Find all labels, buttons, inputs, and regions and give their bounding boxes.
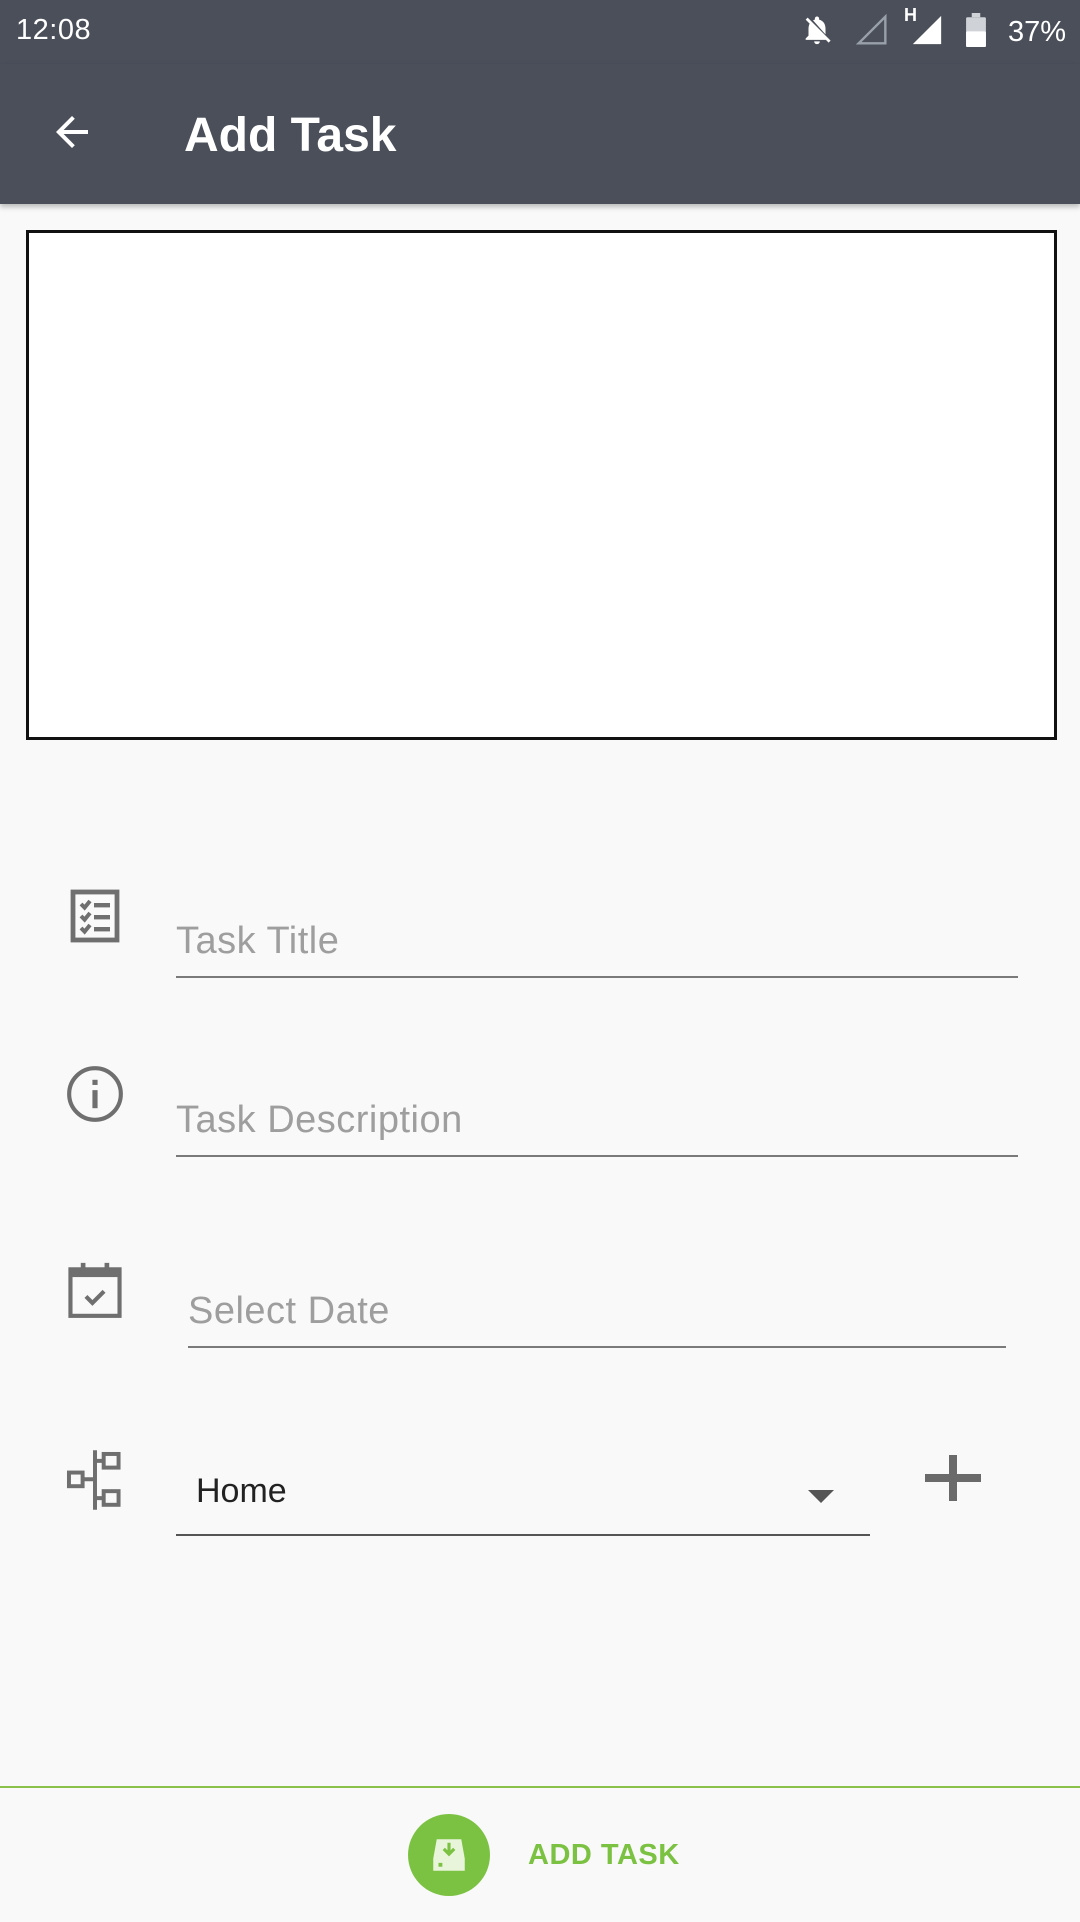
select-date-input[interactable]	[188, 1276, 1006, 1346]
battery-icon	[966, 12, 986, 52]
task-title-field[interactable]	[176, 906, 1018, 978]
plus-icon	[921, 1453, 985, 1508]
signal-empty-icon	[855, 13, 888, 51]
status-bar: 12:08 H 37%	[0, 0, 1080, 64]
checklist-icon	[63, 884, 127, 948]
calendar-check-icon	[63, 1258, 127, 1322]
select-date-field[interactable]	[188, 1276, 1006, 1348]
app-bar: Add Task	[0, 64, 1080, 204]
category-selected-value: Home	[196, 1472, 287, 1510]
task-title-input[interactable]	[176, 906, 1018, 976]
category-select[interactable]: Home	[176, 1458, 870, 1536]
add-category-button[interactable]	[916, 1448, 990, 1512]
arrow-back-icon	[48, 108, 96, 161]
task-image-area[interactable]	[26, 230, 1057, 740]
info-icon	[63, 1062, 127, 1126]
signal-full-icon: H	[904, 5, 944, 52]
bottom-action-bar: ADD TASK	[0, 1786, 1080, 1922]
status-time: 12:08	[16, 14, 92, 46]
hierarchy-icon	[63, 1448, 127, 1512]
page-title: Add Task	[184, 109, 397, 162]
add-task-label: ADD TASK	[528, 1838, 680, 1871]
task-description-input[interactable]	[176, 1085, 1018, 1155]
back-button[interactable]	[36, 102, 108, 166]
network-type-label: H	[903, 4, 917, 25]
status-icons: H 37%	[800, 5, 1066, 52]
dropdown-caret-icon	[808, 1490, 834, 1503]
battery-percent: 37%	[1007, 15, 1066, 48]
save-download-icon	[408, 1814, 490, 1896]
notifications-off-icon	[800, 13, 834, 52]
add-task-button[interactable]: ADD TASK	[408, 1812, 680, 1898]
task-description-field[interactable]	[176, 1085, 1018, 1157]
